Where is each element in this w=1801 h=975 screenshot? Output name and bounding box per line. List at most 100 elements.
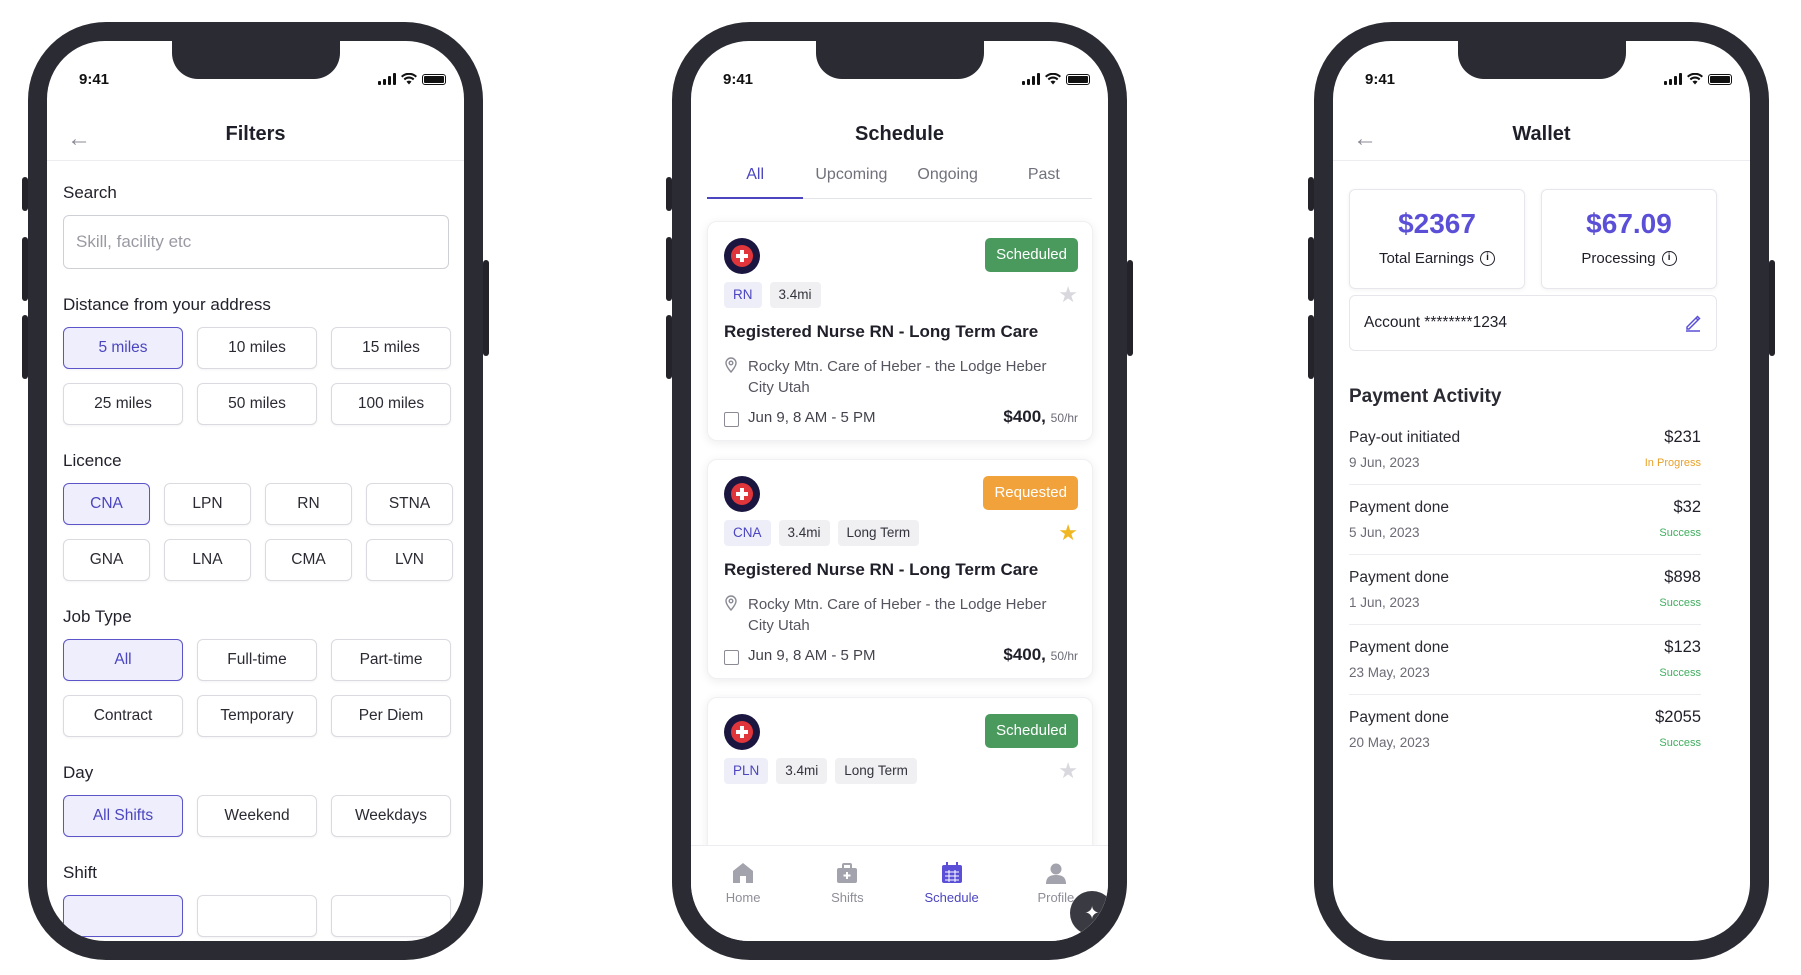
schedule-tabs: All Upcoming Ongoing Past xyxy=(707,153,1092,199)
payment-activity-title: Payment Activity xyxy=(1349,386,1502,407)
shift-card[interactable]: Requested CNA 3.4mi Long Term ★ Register… xyxy=(707,459,1093,679)
total-earnings-amount: $2367 xyxy=(1398,208,1476,239)
job-type-chip-part-time[interactable]: Part-time xyxy=(331,639,451,681)
licence-chip-lvn[interactable]: LVN xyxy=(366,539,453,581)
licence-chip-cna[interactable]: CNA xyxy=(63,483,150,525)
processing-label: Processing xyxy=(1581,250,1656,267)
shift-time: Jun 9, 8 AM - 5 PM xyxy=(748,409,876,426)
distance-chip-25[interactable]: 25 miles xyxy=(63,383,183,425)
price-rate: 50/hr xyxy=(1050,649,1078,663)
star-icon[interactable]: ★ xyxy=(1058,758,1078,784)
facility-location: Rocky Mtn. Care of Heber - the Lodge Heb… xyxy=(748,358,1047,396)
licence-chip-rn[interactable]: RN xyxy=(265,483,352,525)
search-input[interactable]: Skill, facility etc xyxy=(63,215,449,269)
tab-past[interactable]: Past xyxy=(996,153,1092,198)
edit-pencil-icon[interactable] xyxy=(1684,314,1702,332)
day-options: All Shifts Weekend Weekdays xyxy=(63,795,451,837)
shift-card[interactable]: Scheduled RN 3.4mi ★ Registered Nurse RN… xyxy=(707,221,1093,441)
signal-icon xyxy=(378,73,396,85)
shift-chip[interactable] xyxy=(63,895,183,937)
shift-chip[interactable] xyxy=(197,895,317,937)
payment-date: 5 Jun, 2023 xyxy=(1349,525,1420,540)
bottom-nav: Home Shifts Schedule Profile ✦ xyxy=(691,845,1108,941)
volume-up-button xyxy=(22,237,28,301)
star-icon[interactable]: ★ xyxy=(1058,282,1078,308)
nav-profile-label: Profile xyxy=(1037,890,1075,905)
list-item[interactable]: Payment done 23 May, 2023 $123 Success xyxy=(1349,625,1701,695)
shift-chip[interactable] xyxy=(331,895,451,937)
page-title: Filters xyxy=(225,123,286,145)
list-item[interactable]: Payment done 5 Jun, 2023 $32 Success xyxy=(1349,485,1701,555)
job-type-chip-all[interactable]: All xyxy=(63,639,183,681)
tab-upcoming[interactable]: Upcoming xyxy=(803,153,899,198)
payment-activity-list: Pay-out initiated 9 Jun, 2023 $231 In Pr… xyxy=(1349,415,1701,765)
list-item[interactable]: Payment done 20 May, 2023 $2055 Success xyxy=(1349,695,1701,765)
day-chip-all-shifts[interactable]: All Shifts xyxy=(63,795,183,837)
payment-status: Success xyxy=(1659,527,1701,539)
term-tag: Long Term xyxy=(835,758,917,784)
nav-schedule[interactable]: Schedule xyxy=(900,846,1004,941)
distance-options: 5 miles 10 miles 15 miles 25 miles 50 mi… xyxy=(63,327,451,425)
distance-tag: 3.4mi xyxy=(776,758,828,784)
notch xyxy=(172,41,340,79)
page-title: Wallet xyxy=(1512,123,1571,145)
licence-chip-cma[interactable]: CMA xyxy=(265,539,352,581)
phone-filters: 9:41 ← Filters Search Skill, facility et… xyxy=(22,22,489,960)
shift-options xyxy=(63,895,451,937)
location-pin-icon xyxy=(725,595,737,611)
day-chip-weekend[interactable]: Weekend xyxy=(197,795,317,837)
calendar-icon xyxy=(941,862,962,883)
distance-chip-50[interactable]: 50 miles xyxy=(197,383,317,425)
job-type-chip-temporary[interactable]: Temporary xyxy=(197,695,317,737)
nav-home[interactable]: Home xyxy=(691,846,795,941)
licence-chip-stna[interactable]: STNA xyxy=(366,483,453,525)
licence-chip-gna[interactable]: GNA xyxy=(63,539,150,581)
status-icons xyxy=(1022,73,1090,85)
profile-icon xyxy=(1045,863,1066,884)
list-item[interactable]: Payment done 1 Jun, 2023 $898 Success xyxy=(1349,555,1701,625)
filters-body: Search Skill, facility etc Distance from… xyxy=(63,183,453,937)
magic-wand-icon[interactable]: ✦ xyxy=(1070,891,1108,935)
payment-amount: $231 xyxy=(1664,428,1701,446)
list-item[interactable]: Pay-out initiated 9 Jun, 2023 $231 In Pr… xyxy=(1349,415,1701,485)
licence-options: CNA LPN RN STNA GNA LNA CMA LVN xyxy=(63,483,453,581)
nav-shifts[interactable]: Shifts xyxy=(795,846,899,941)
status-badge: Requested xyxy=(983,476,1078,510)
info-icon[interactable]: i xyxy=(1661,251,1677,266)
account-number: Account ********1234 xyxy=(1364,314,1508,331)
shift-card-list: Scheduled RN 3.4mi ★ Registered Nurse RN… xyxy=(707,221,1093,935)
job-type-chip-contract[interactable]: Contract xyxy=(63,695,183,737)
tab-all[interactable]: All xyxy=(707,153,804,199)
shift-price: $400, 50/hr xyxy=(1003,645,1078,665)
processing-card: $67.09 Processing i xyxy=(1541,189,1717,289)
job-title: Registered Nurse RN - Long Term Care xyxy=(724,322,1039,341)
wifi-icon xyxy=(1045,73,1061,85)
price-amount: $400, xyxy=(1003,407,1046,426)
job-type-label: Job Type xyxy=(63,607,132,626)
star-icon[interactable]: ★ xyxy=(1058,520,1078,546)
distance-chip-15[interactable]: 15 miles xyxy=(331,327,451,369)
shift-tags: PLN 3.4mi Long Term xyxy=(724,758,917,784)
distance-chip-5[interactable]: 5 miles xyxy=(63,327,183,369)
volume-down-button xyxy=(666,315,672,379)
home-icon xyxy=(733,863,754,883)
info-icon[interactable]: i xyxy=(1480,251,1496,266)
job-type-chip-per-diem[interactable]: Per Diem xyxy=(331,695,451,737)
nav-home-label: Home xyxy=(725,890,761,905)
distance-chip-100[interactable]: 100 miles xyxy=(331,383,451,425)
distance-chip-10[interactable]: 10 miles xyxy=(197,327,317,369)
phone-schedule: 9:41 Schedule All Upcoming Ongoing Past … xyxy=(666,22,1133,960)
payment-amount: $123 xyxy=(1664,638,1701,656)
licence-chip-lpn[interactable]: LPN xyxy=(164,483,251,525)
day-label: Day xyxy=(63,763,94,782)
licence-label: Licence xyxy=(63,451,122,470)
mute-switch xyxy=(1308,177,1314,211)
job-type-chip-full-time[interactable]: Full-time xyxy=(197,639,317,681)
price-rate: 50/hr xyxy=(1050,411,1078,425)
total-earnings-label: Total Earnings xyxy=(1378,250,1475,267)
licence-chip-lna[interactable]: LNA xyxy=(164,539,251,581)
battery-icon xyxy=(422,73,446,85)
tab-ongoing[interactable]: Ongoing xyxy=(900,153,996,198)
mute-switch xyxy=(22,177,28,211)
day-chip-weekdays[interactable]: Weekdays xyxy=(331,795,451,837)
